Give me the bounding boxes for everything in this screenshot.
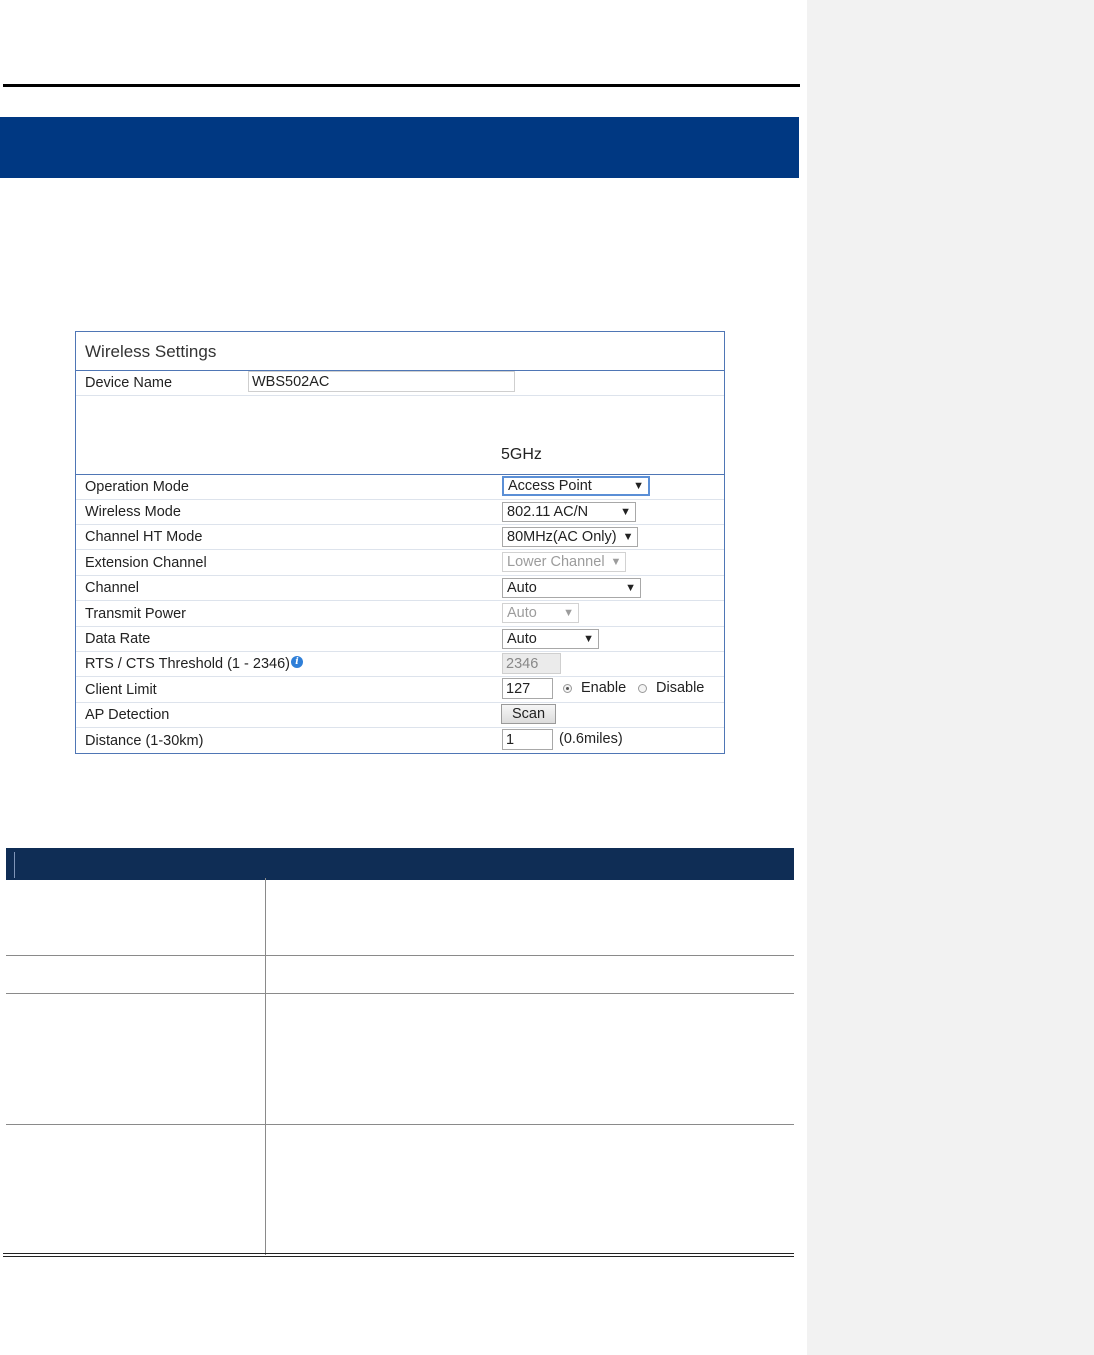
channel-ht-mode-value: 80MHz(AC Only) — [507, 529, 617, 545]
band-label: 5GHz — [501, 446, 542, 463]
data-rate-value: Auto — [507, 631, 537, 647]
chevron-down-icon: ▼ — [583, 633, 594, 645]
chevron-down-icon: ▼ — [620, 506, 631, 518]
operation-mode-value: Access Point — [508, 478, 592, 494]
transmit-power-label: Transmit Power — [85, 606, 186, 622]
divider — [76, 395, 724, 396]
row-divider — [6, 993, 794, 994]
client-limit-disable-radio[interactable] — [638, 684, 647, 693]
row-divider — [6, 1124, 794, 1125]
wireless-mode-label: Wireless Mode — [85, 504, 181, 520]
chevron-down-icon: ▼ — [633, 480, 644, 492]
header-marker — [14, 852, 15, 878]
distance-input[interactable] — [502, 729, 553, 750]
chevron-down-icon: ▼ — [625, 582, 636, 594]
header-rule — [3, 84, 800, 87]
ap-detection-label: AP Detection — [85, 707, 170, 723]
channel-ht-mode-label: Channel HT Mode — [85, 529, 203, 545]
operation-mode-label: Operation Mode — [85, 479, 189, 495]
data-rate-label: Data Rate — [85, 631, 151, 647]
client-limit-label: Client Limit — [85, 682, 157, 698]
extension-channel-select: Lower Channel ▼ — [502, 552, 626, 572]
wireless-mode-select[interactable]: 802.11 AC/N ▼ — [502, 502, 636, 522]
column-divider — [265, 878, 266, 1255]
client-limit-enable-radio[interactable] — [563, 684, 572, 693]
divider — [76, 626, 724, 627]
info-icon[interactable]: i — [290, 656, 303, 668]
divider — [76, 676, 724, 677]
client-limit-input[interactable] — [502, 678, 553, 699]
transmit-power-value: Auto — [507, 605, 537, 621]
divider — [76, 651, 724, 652]
divider — [76, 549, 724, 550]
rts-cts-threshold-input — [502, 653, 561, 674]
wireless-settings-panel: Wireless Settings Device Name 5GHz Opera… — [75, 331, 725, 754]
channel-ht-mode-select[interactable]: 80MHz(AC Only) ▼ — [502, 527, 638, 547]
scan-button[interactable]: Scan — [501, 704, 557, 724]
divider — [76, 524, 724, 525]
table-header — [6, 848, 794, 880]
row-divider — [6, 955, 794, 956]
device-name-input[interactable] — [248, 371, 515, 392]
extension-channel-label: Extension Channel — [85, 555, 207, 571]
parameter-description-table — [3, 848, 794, 1259]
table-bottom-rule — [3, 1253, 794, 1257]
device-name-label: Device Name — [85, 375, 173, 391]
chapter-title-band — [0, 117, 799, 178]
distance-miles-note: (0.6miles) — [559, 731, 623, 747]
distance-label: Distance (1-30km) — [85, 733, 204, 749]
comment-margin — [807, 0, 1094, 1355]
client-limit-disable-label: Disable — [656, 680, 705, 696]
rts-cts-threshold-label: RTS / CTS Threshold (1 - 2346) i — [85, 656, 303, 672]
extension-channel-value: Lower Channel — [507, 554, 605, 570]
channel-select[interactable]: Auto ▼ — [502, 578, 641, 598]
chevron-down-icon: ▼ — [563, 607, 574, 619]
channel-value: Auto — [507, 580, 537, 596]
wireless-mode-value: 802.11 AC/N — [507, 504, 589, 520]
data-rate-select[interactable]: Auto ▼ — [502, 629, 599, 649]
channel-label: Channel — [85, 580, 140, 596]
divider — [76, 474, 724, 475]
chevron-down-icon: ▼ — [622, 531, 634, 543]
panel-title: Wireless Settings — [85, 342, 217, 361]
divider — [76, 727, 724, 728]
divider — [76, 575, 724, 576]
client-limit-enable-label: Enable — [581, 680, 627, 696]
transmit-power-select: Auto ▼ — [502, 603, 579, 623]
operation-mode-select[interactable]: Access Point ▼ — [502, 476, 650, 496]
rts-cts-threshold-text: RTS / CTS Threshold (1 - 2346) — [85, 656, 290, 672]
divider — [76, 600, 724, 601]
divider — [76, 499, 724, 500]
chevron-down-icon: ▼ — [610, 556, 622, 568]
divider — [76, 702, 724, 703]
